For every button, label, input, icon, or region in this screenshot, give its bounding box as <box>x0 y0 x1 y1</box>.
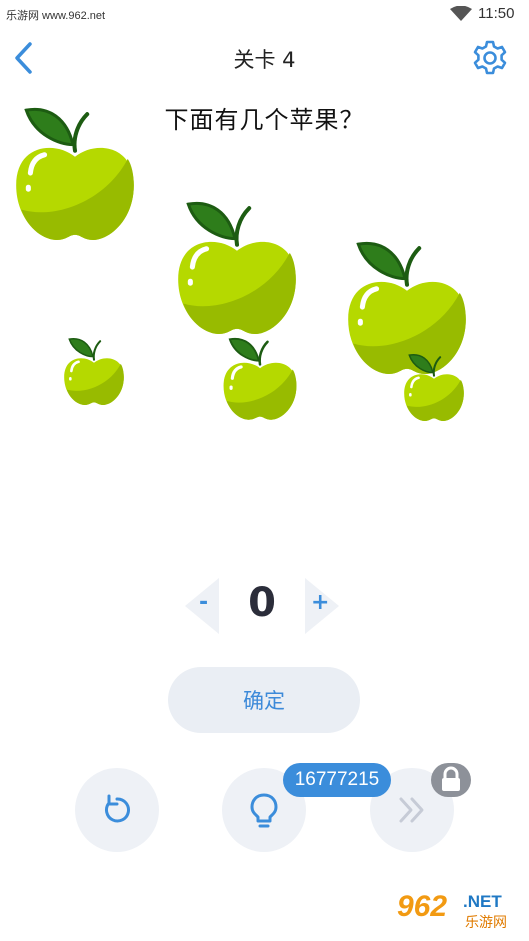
apple <box>63 334 125 406</box>
restart-icon <box>105 794 130 823</box>
apple <box>403 350 465 422</box>
watermark-suffix: .NET <box>463 892 502 911</box>
apple <box>13 100 137 242</box>
hint-count-badge: 16777215 <box>283 763 391 797</box>
skip-icon <box>399 797 424 823</box>
apple <box>175 194 299 336</box>
watermark-brand: 962 <box>397 890 448 923</box>
count-stepper: - 0 + <box>185 578 345 634</box>
watermark-text: 乐游网 www.962.net <box>6 10 106 22</box>
increment-label: + <box>311 590 330 615</box>
decrement-label: - <box>199 590 209 615</box>
count-value: 0 <box>248 580 276 626</box>
lock-badge <box>431 763 471 797</box>
watermark-logo: 962 .NET 乐游网 <box>393 888 523 934</box>
top-bar: 关卡 4 <box>0 30 529 86</box>
gear-icon <box>473 40 507 75</box>
watermark-site: 乐游网 <box>465 915 507 931</box>
level-title: 关卡 4 <box>233 48 296 72</box>
lightbulb-icon <box>250 793 278 828</box>
status-time: 11:50 <box>478 5 515 22</box>
lock-icon <box>442 766 460 791</box>
status-bar: 乐游网 www.962.net 11:50 <box>0 0 529 28</box>
restart-button[interactable] <box>75 768 159 852</box>
settings-button[interactable] <box>470 38 510 78</box>
decrement-button[interactable]: - <box>185 578 219 634</box>
increment-button[interactable]: + <box>305 578 339 634</box>
confirm-button[interactable]: 确定 <box>168 667 360 733</box>
wifi-icon <box>450 5 472 26</box>
apple <box>222 333 298 421</box>
